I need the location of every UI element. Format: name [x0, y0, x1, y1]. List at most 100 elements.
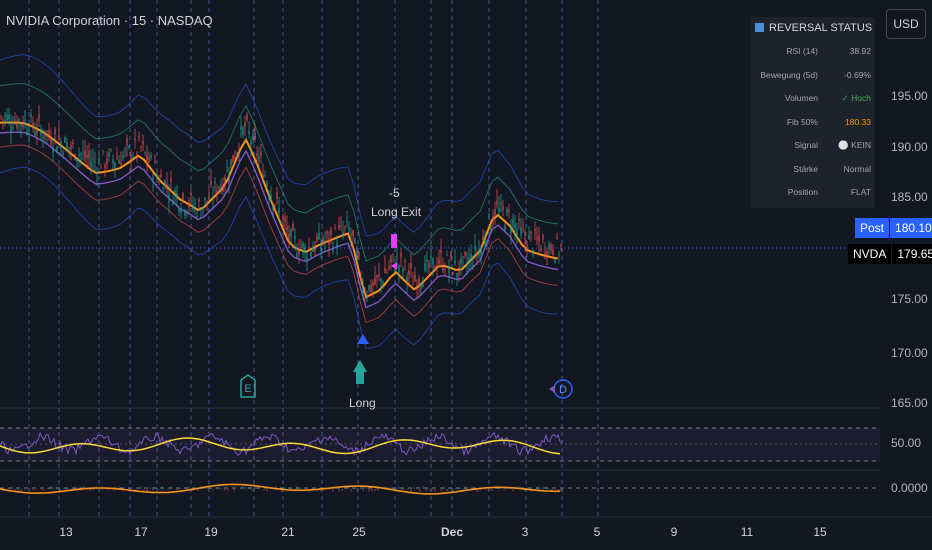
candle-body — [14, 120, 16, 122]
osc-signal-line — [0, 483, 561, 495]
candle-body — [408, 270, 410, 275]
candle-body — [366, 295, 368, 299]
status-row: Volumen ✓ Hoch — [751, 93, 875, 111]
candle-body — [52, 147, 54, 153]
candle-body — [258, 156, 260, 160]
time-axis-label: 9 — [670, 525, 678, 539]
candle-body — [66, 142, 68, 149]
post-value: 180.10 — [890, 218, 932, 238]
entry-arrow — [353, 360, 367, 372]
upper-mid-band-line — [0, 83, 559, 262]
candle-body — [256, 153, 258, 157]
candle-body — [482, 236, 484, 240]
candle-body — [128, 146, 130, 148]
candle-body — [414, 275, 416, 282]
status-title: REVERSAL STATUS — [769, 22, 873, 34]
candle-body — [418, 277, 420, 285]
symbol-label: NVDA — [848, 244, 892, 264]
candle-body — [78, 154, 80, 156]
candle-body — [356, 251, 358, 259]
candle-body — [502, 205, 504, 210]
candle-body — [72, 142, 74, 145]
entry-label: Long — [349, 396, 376, 410]
time-axis-label: 5 — [593, 525, 601, 539]
candle-body — [542, 234, 544, 240]
rsi-axis-label: 50.00 — [891, 436, 922, 450]
status-row-label: Signal — [794, 140, 818, 150]
marker-d-arrow — [549, 385, 555, 393]
candle-body — [106, 158, 108, 165]
price-axis-label: 175.00 — [891, 292, 928, 306]
candle-body — [440, 249, 442, 254]
time-axis-label: 11 — [740, 525, 754, 539]
candle-body — [544, 252, 546, 255]
price-axis-label: 170.00 — [891, 346, 928, 360]
candle-body — [346, 221, 348, 223]
candle-body — [158, 181, 160, 183]
candle-body — [520, 227, 522, 235]
candle-body — [328, 238, 330, 245]
candle-body — [148, 156, 150, 163]
candle-body — [32, 122, 34, 128]
candle-body — [80, 153, 82, 155]
exit-label: Long Exit — [371, 205, 422, 219]
candle-body — [338, 225, 340, 229]
last-value: 179.65 — [892, 244, 932, 264]
candle-body — [310, 251, 312, 258]
status-row-label: Fib 50% — [786, 116, 818, 127]
candle-body — [146, 154, 148, 161]
candle-body — [552, 249, 554, 255]
candle-body — [550, 244, 552, 251]
candle-body — [344, 226, 346, 228]
candle-body — [280, 221, 282, 223]
candle-body — [318, 233, 320, 240]
chart-title: NVIDIA Corporation · 15 · NASDAQ — [6, 13, 213, 28]
candle-body — [176, 193, 178, 199]
candle-body — [168, 194, 170, 202]
candle-body — [506, 208, 508, 214]
candle-body — [262, 175, 264, 180]
exit-marker — [391, 234, 397, 248]
time-axis-label: 17 — [134, 525, 148, 539]
reversal-status-panel: REVERSAL STATUS RSI (14) 38.92 Bewegung (5… — [751, 17, 875, 208]
candle-body — [68, 147, 70, 149]
candle-body — [428, 263, 430, 269]
candle-body — [204, 197, 206, 201]
candle-body — [252, 132, 254, 141]
candle-body — [534, 228, 536, 231]
currency-button[interactable]: USD — [886, 9, 926, 39]
candle-body — [228, 175, 230, 183]
exit-qty-label: -5 — [389, 186, 400, 200]
candle-body — [434, 265, 436, 270]
candle-body — [6, 114, 8, 121]
candle-body — [478, 250, 480, 256]
candle-body — [210, 180, 212, 185]
candle-body — [486, 241, 488, 244]
candle-body — [458, 270, 460, 275]
candle-body — [30, 114, 32, 117]
status-row: RSI (14) 38.92 — [751, 46, 875, 64]
candle-body — [198, 199, 200, 202]
status-row-value: 180.33 — [845, 116, 871, 127]
candle-body — [382, 282, 384, 285]
candle-body — [224, 177, 226, 184]
price-axis-label: 185.00 — [891, 190, 928, 204]
candle-body — [246, 114, 248, 121]
candle-body — [560, 244, 562, 247]
price-axis-label: 165.00 — [891, 396, 928, 410]
candle-body — [220, 185, 222, 192]
candle-body — [324, 241, 326, 243]
candle-body — [512, 219, 514, 227]
candle-body — [250, 141, 252, 146]
candle-body — [462, 256, 464, 257]
candle-body — [402, 268, 404, 273]
candle-body — [244, 122, 246, 127]
candle-body — [406, 275, 408, 283]
candle-body — [232, 154, 234, 163]
candle-body — [378, 273, 380, 277]
candle-body — [334, 227, 336, 229]
candle-body — [104, 165, 106, 168]
time-axis-label: 3 — [521, 525, 529, 539]
candle-body — [518, 218, 520, 221]
osc-axis-label: 0.0000 — [891, 481, 928, 495]
